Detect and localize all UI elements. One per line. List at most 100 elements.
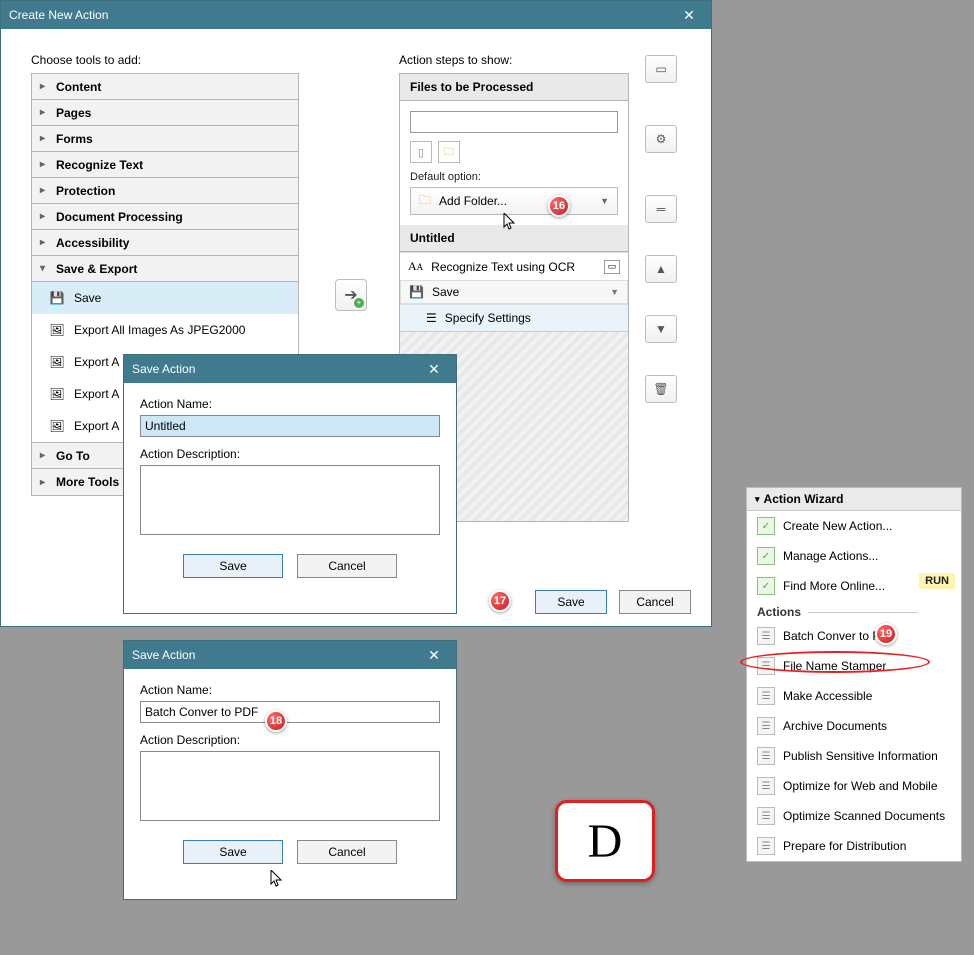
list-icon: ☰ [757, 627, 775, 645]
close-icon[interactable]: ✕ [675, 7, 703, 24]
wizard-find-online[interactable]: ✓ Find More Online... [747, 571, 961, 601]
tool-forms[interactable]: ▸Forms [32, 126, 298, 152]
action-name-label: Action Name: [140, 683, 440, 697]
wizard-action-prepare[interactable]: ☰ Prepare for Distribution [747, 831, 961, 861]
tool-accessibility[interactable]: ▸Accessibility [32, 230, 298, 256]
new-file-button[interactable]: ▯ [410, 141, 432, 163]
action-icon: ✓ [757, 577, 775, 595]
action-name-label: Action Name: [140, 397, 440, 411]
step-save[interactable]: 💾 Save ▼ [400, 280, 628, 304]
chevron-down-icon[interactable]: ▼ [610, 287, 619, 297]
action-desc-textarea[interactable] [140, 465, 440, 535]
wizard-header[interactable]: ▾ Action Wizard [747, 488, 961, 511]
disk-icon: 💾 [48, 289, 66, 307]
action-name-input-batch[interactable] [140, 701, 440, 723]
wizard-action-stamper[interactable]: ☰ File Name Stamper [747, 651, 961, 681]
files-header: Files to be Processed [400, 74, 628, 101]
settings-toggle-icon[interactable]: ▭ [604, 260, 620, 274]
list-icon: ☰ [757, 777, 775, 795]
plus-badge-icon: + [354, 298, 364, 308]
default-option-label: Default option: [410, 171, 618, 183]
action-icon: ✓ [757, 517, 775, 535]
trash-icon: 🗑 [653, 382, 668, 396]
wizard-action-archive[interactable]: ☰ Archive Documents [747, 711, 961, 741]
list-icon: ☰ [757, 747, 775, 765]
untitled-header: Untitled [400, 225, 628, 252]
wizard-action-batch[interactable]: ☰ Batch Conver to PDF [747, 621, 961, 651]
tool-content[interactable]: ▸Content [32, 74, 298, 100]
chevron-down-icon: ▼ [600, 196, 609, 206]
action-desc-label: Action Description: [140, 447, 440, 461]
wizard-actions-label: Actions [747, 601, 961, 621]
gear-plus-icon: ⚙ [656, 132, 667, 146]
save-dialog-title: Save Action [132, 648, 195, 662]
add-tool-button[interactable]: ➔ + [335, 279, 367, 311]
step-specify[interactable]: ☰ Specify Settings [400, 304, 628, 331]
export-icon: 🖼 [48, 417, 66, 435]
list-icon: ☰ [757, 837, 775, 855]
list-icon: ☰ [757, 687, 775, 705]
move-up-button[interactable]: ▲ [645, 255, 677, 283]
export-icon: 🖼 [48, 353, 66, 371]
list-icon: ☰ [757, 807, 775, 825]
list-icon: ☰ [426, 311, 437, 325]
add-step-button[interactable]: ⚙ [645, 125, 677, 153]
cancel-button[interactable]: Cancel [297, 840, 397, 864]
delete-button[interactable]: 🗑 [645, 375, 677, 403]
action-icon: ✓ [757, 547, 775, 565]
list-icon: ☰ [757, 657, 775, 675]
move-down-button[interactable]: ▼ [645, 315, 677, 343]
add-panel-button[interactable]: ▭ [645, 55, 677, 83]
save-button[interactable]: Save [183, 840, 283, 864]
disk-icon: 💾 [409, 285, 424, 299]
save-dialog-title: Save Action [132, 362, 195, 376]
close-icon[interactable]: ✕ [420, 361, 448, 378]
add-divider-button[interactable]: ═ [645, 195, 677, 223]
wizard-action-publish[interactable]: ☰ Publish Sensitive Information [747, 741, 961, 771]
action-wizard-panel: ▾ Action Wizard ✓ Create New Action... ✓… [746, 487, 962, 862]
save-dialog-titlebar: Save Action ✕ [124, 355, 456, 383]
save-action-dialog-1: Save Action ✕ Action Name: Action Descri… [123, 354, 457, 614]
tool-pages[interactable]: ▸Pages [32, 100, 298, 126]
section-letter-D: D [555, 800, 655, 882]
steps-label: Action steps to show: [399, 53, 629, 67]
action-desc-textarea[interactable] [140, 751, 440, 821]
list-icon: ☰ [757, 717, 775, 735]
action-desc-label: Action Description: [140, 733, 440, 747]
save-item-jpeg2000[interactable]: 🖼 Export All Images As JPEG2000 [32, 314, 298, 346]
tool-recognize[interactable]: ▸Recognize Text [32, 152, 298, 178]
export-icon: 🖼 [48, 321, 66, 339]
save-dialog-titlebar: Save Action ✕ [124, 641, 456, 669]
wizard-manage-actions[interactable]: ✓ Manage Actions... [747, 541, 961, 571]
folder-plus-icon: 🗀 [419, 191, 431, 212]
add-folder-dropdown[interactable]: 🗀 Add Folder... ▼ [410, 187, 618, 215]
step-recognize-ocr[interactable]: AA Recognize Text using OCR ▭ [400, 252, 628, 280]
dialog-save-button[interactable]: Save [535, 590, 607, 614]
save-action-dialog-2: Save Action ✕ Action Name: Action Descri… [123, 640, 457, 900]
action-name-input[interactable] [140, 415, 440, 437]
panel-plus-icon: ▭ [655, 62, 666, 76]
tool-saveexport[interactable]: ▾Save & Export [32, 256, 298, 282]
files-path-input[interactable] [410, 111, 618, 133]
choose-tools-label: Choose tools to add: [31, 53, 299, 67]
wizard-action-accessible[interactable]: ☰ Make Accessible [747, 681, 961, 711]
page-icon: ▯ [418, 146, 424, 159]
close-icon[interactable]: ✕ [420, 647, 448, 664]
save-button[interactable]: Save [183, 554, 283, 578]
open-folder-button[interactable]: 🗀 [438, 141, 460, 163]
tool-docproc[interactable]: ▸Document Processing [32, 204, 298, 230]
folder-icon: 🗀 [444, 143, 455, 162]
wizard-action-optimize-web[interactable]: ☰ Optimize for Web and Mobile [747, 771, 961, 801]
cancel-button[interactable]: Cancel [297, 554, 397, 578]
save-item-save[interactable]: 💾 Save [32, 282, 298, 314]
divider-plus-icon: ═ [657, 202, 666, 216]
text-icon: AA [408, 259, 423, 274]
wizard-create-action[interactable]: ✓ Create New Action... [747, 511, 961, 541]
tool-protection[interactable]: ▸Protection [32, 178, 298, 204]
chevron-down-icon: ▼ [655, 322, 667, 336]
dialog-cancel-button[interactable]: Cancel [619, 590, 691, 614]
wizard-action-optimize-scan[interactable]: ☰ Optimize Scanned Documents [747, 801, 961, 831]
export-icon: 🖼 [48, 385, 66, 403]
chevron-up-icon: ▲ [655, 262, 667, 276]
dialog-titlebar: Create New Action ✕ [1, 1, 711, 29]
